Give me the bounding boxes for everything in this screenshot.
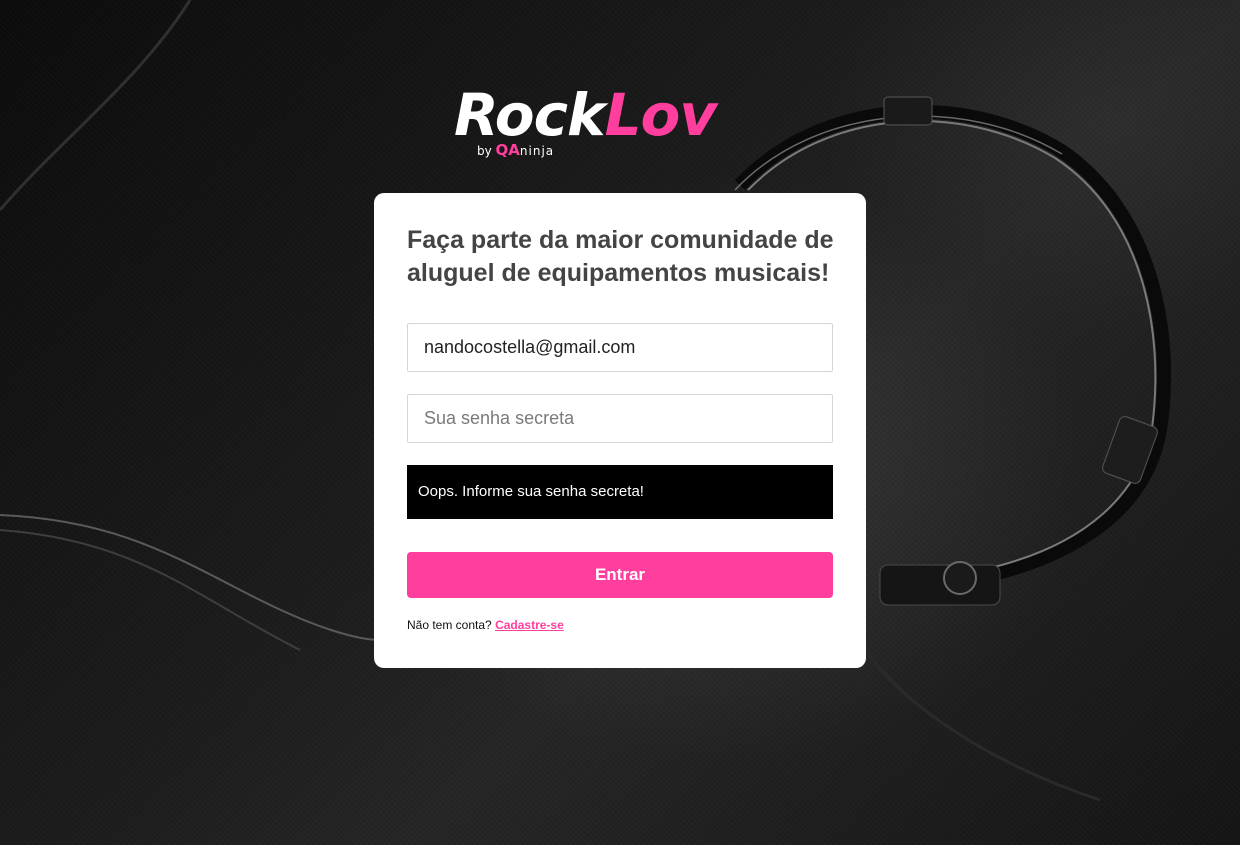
error-alert: Oops. Informe sua senha secreta! [407, 465, 833, 519]
email-input[interactable] [407, 323, 833, 372]
logo-rock-text: Rock [454, 81, 606, 149]
logo-lov-text: Lov [604, 81, 718, 149]
signup-prompt-text: Não tem conta? [407, 618, 492, 632]
password-input[interactable] [407, 394, 833, 443]
login-button[interactable]: Entrar [407, 552, 833, 598]
login-card: Faça parte da maior comunidade de alugue… [374, 193, 866, 668]
logo-qa-text: QA [495, 141, 520, 159]
logo-wordmark: RockLov [454, 81, 718, 149]
logo-by-text: by [477, 144, 492, 158]
signup-prompt: Não tem conta? Cadastre-se [407, 618, 564, 632]
logo-byline: by QAninja [477, 141, 554, 160]
logo-ninja-text: ninja [519, 144, 555, 158]
rocklov-logo: RockLov by QAninja [454, 82, 794, 166]
signup-link[interactable]: Cadastre-se [495, 618, 564, 632]
login-title: Faça parte da maior comunidade de alugue… [407, 226, 834, 287]
